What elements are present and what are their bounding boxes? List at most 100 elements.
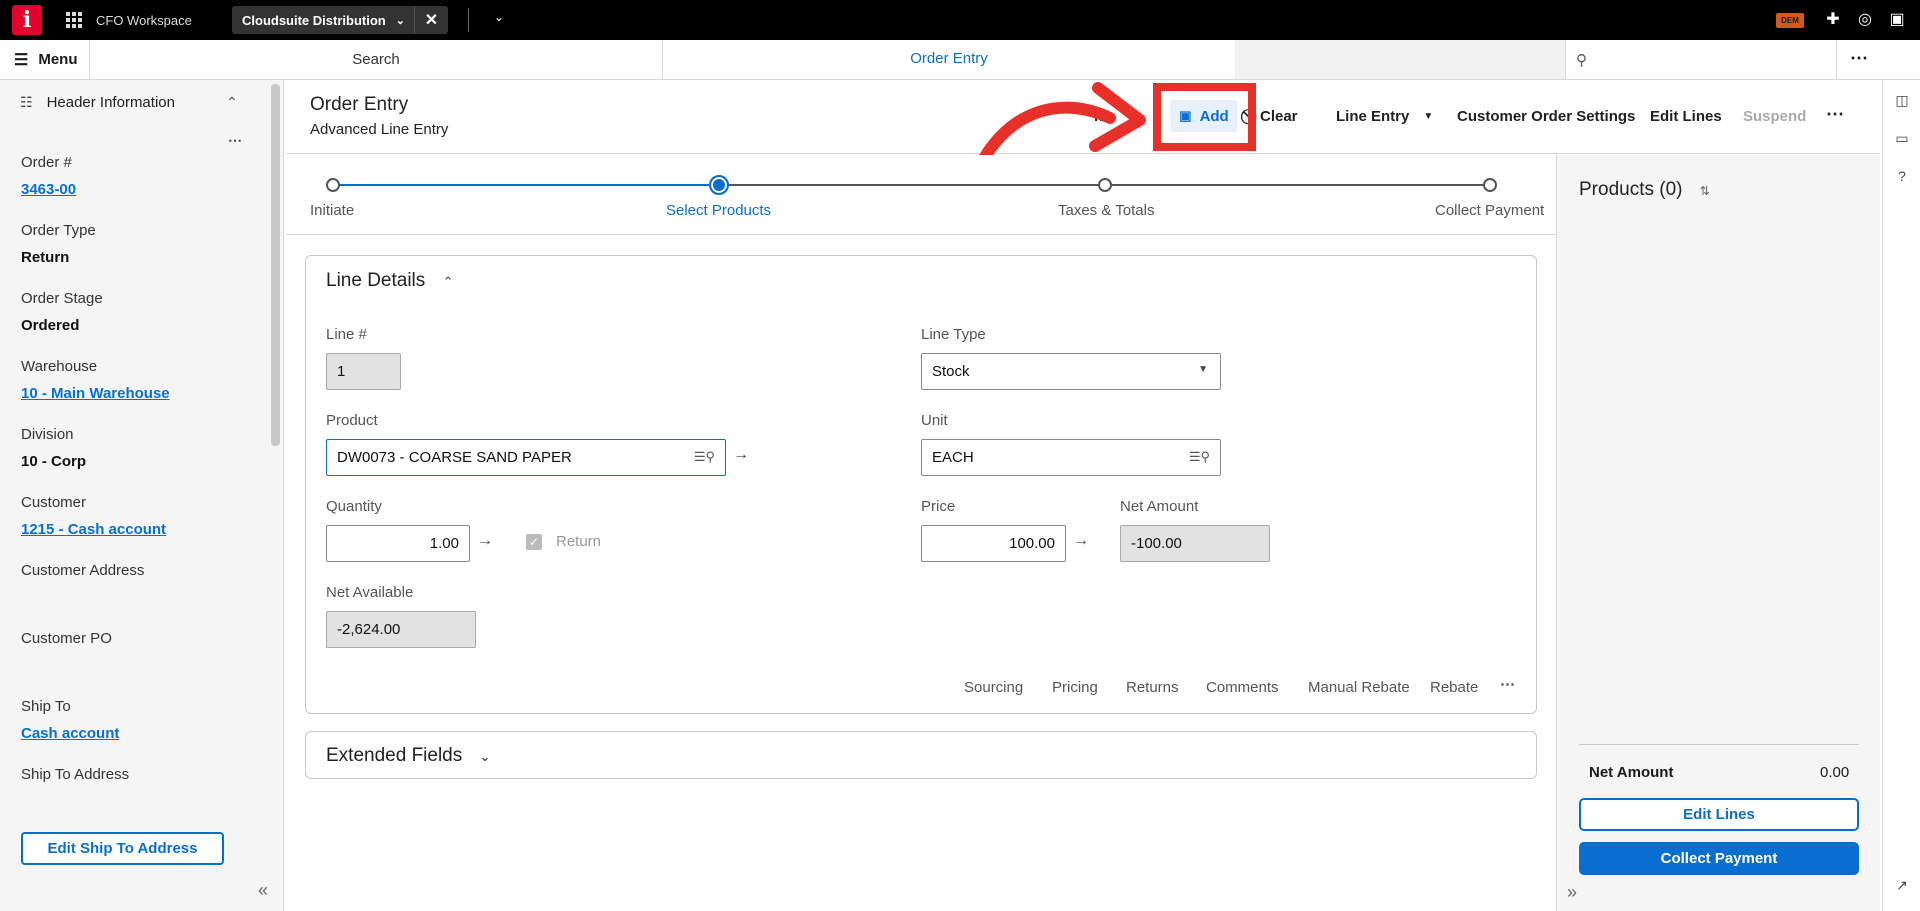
window-icon[interactable]: ▣: [1888, 10, 1906, 28]
line-entry-label: Line Entry: [1336, 108, 1410, 125]
arrow-right-icon[interactable]: →: [477, 532, 493, 550]
stepper-progress-line: [333, 184, 719, 186]
line-no-field: 1: [326, 353, 401, 390]
field-ship-to-address: Ship To Address: [21, 766, 129, 783]
step-dot-initiate[interactable]: [326, 178, 340, 192]
arrow-right-icon[interactable]: →: [1073, 532, 1089, 550]
chevron-down-icon[interactable]: ⌄: [396, 14, 405, 27]
chevron-up-icon[interactable]: ⌃: [226, 94, 238, 111]
inbox-icon[interactable]: ▭: [1894, 130, 1910, 146]
close-icon[interactable]: ✕: [414, 6, 448, 34]
returns-link[interactable]: Returns: [1126, 679, 1179, 696]
external-link-icon[interactable]: ↗: [1894, 877, 1910, 893]
tab-search[interactable]: Search: [90, 40, 663, 79]
sort-icon[interactable]: ⇅: [1700, 184, 1710, 198]
customer-link[interactable]: 1215 - Cash account: [21, 521, 166, 538]
products-header: Products (0) ⇅: [1579, 179, 1710, 201]
card-title: Extended Fields: [326, 745, 463, 766]
collapse-left-icon[interactable]: «: [258, 880, 268, 901]
lookup-icon[interactable]: ☰⚲: [1189, 449, 1210, 465]
user-icon[interactable]: ◎: [1856, 10, 1874, 28]
step-label-taxes-totals[interactable]: Taxes & Totals: [1058, 202, 1154, 219]
comments-link[interactable]: Comments: [1206, 679, 1279, 696]
net-amount-label: Net Amount: [1120, 498, 1199, 515]
unit-label: Unit: [921, 412, 948, 429]
customer-order-settings-button[interactable]: Customer Order Settings: [1457, 108, 1635, 125]
page-subtitle: Advanced Line Entry: [310, 121, 449, 138]
return-checkbox[interactable]: ✓ Return: [526, 533, 601, 550]
header-info-sidebar: ☷ Header Information ⌃ ⋯ Order # 3463-00…: [0, 80, 284, 911]
sidebar-header: ☷ Header Information: [20, 94, 175, 111]
layout-icon[interactable]: ◫: [1894, 92, 1910, 108]
product-value: DW0073 - COARSE SAND PAPER: [337, 449, 572, 466]
field-label: Order Stage: [21, 290, 103, 307]
product-label: Product: [326, 412, 378, 429]
net-available-field: -2,624.00: [326, 611, 476, 648]
step-label-collect-payment[interactable]: Collect Payment: [1435, 202, 1544, 219]
clear-button[interactable]: ⃠ Clear: [1252, 108, 1298, 125]
collect-payment-button[interactable]: Collect Payment: [1579, 842, 1859, 875]
field-label: Division: [21, 426, 74, 443]
line-entry-dropdown[interactable]: Line Entry ▼: [1336, 108, 1433, 125]
edit-lines-button[interactable]: Edit Lines: [1579, 798, 1859, 831]
edit-ship-to-address-button[interactable]: Edit Ship To Address: [21, 832, 224, 865]
line-type-select[interactable]: Stock ▼: [921, 353, 1221, 390]
more-icon[interactable]: ⋯: [1500, 675, 1515, 693]
extended-fields-card[interactable]: Extended Fields ⌄: [305, 731, 1537, 779]
warehouse-link[interactable]: 10 - Main Warehouse: [21, 385, 170, 402]
price-input[interactable]: 100.00: [921, 525, 1066, 562]
line-details-header[interactable]: Line Details ⌃: [326, 270, 453, 292]
net-amount-value: 0.00: [1820, 764, 1850, 781]
lookup-icon[interactable]: ☰⚲: [694, 449, 715, 465]
divider: [468, 8, 469, 32]
ship-to-link[interactable]: Cash account: [21, 725, 119, 742]
field-label: Warehouse: [21, 358, 98, 375]
pricing-link[interactable]: Pricing: [1052, 679, 1098, 696]
infor-logo[interactable]: i: [12, 5, 42, 35]
app-grid-icon[interactable]: [66, 12, 82, 28]
menu-button[interactable]: ☰ Menu: [0, 40, 90, 79]
step-label-initiate[interactable]: Initiate: [310, 202, 354, 219]
products-title: Products (0): [1579, 179, 1683, 200]
suspend-button[interactable]: Suspend: [1743, 108, 1806, 125]
more-icon[interactable]: ⋯: [228, 132, 242, 149]
field-ship-to: Ship To Cash account: [21, 698, 119, 742]
plus-cross-icon[interactable]: ✚: [1824, 10, 1842, 28]
card-title: Line Details: [326, 270, 426, 291]
menu-label: Menu: [38, 51, 78, 68]
net-available-label: Net Available: [326, 584, 414, 601]
rebate-link[interactable]: Rebate: [1430, 679, 1478, 696]
more-icon[interactable]: ⋯: [1850, 48, 1868, 69]
line-no-label: Line #: [326, 326, 367, 343]
arrow-right-icon[interactable]: →: [733, 446, 749, 464]
edit-lines-button[interactable]: Edit Lines: [1650, 108, 1722, 125]
sourcing-link[interactable]: Sourcing: [964, 679, 1023, 696]
manual-rebate-link[interactable]: Manual Rebate: [1308, 679, 1410, 696]
product-input[interactable]: DW0073 - COARSE SAND PAPER ☰⚲: [326, 439, 726, 476]
quantity-input[interactable]: 1.00: [326, 525, 470, 562]
app-tab[interactable]: Cloudsuite Distribution ⌄ ✕: [232, 6, 448, 34]
price-label: Price: [921, 498, 956, 515]
order-number-link[interactable]: 3463-00: [21, 181, 76, 198]
step-label-select-products[interactable]: Select Products: [666, 202, 771, 219]
step-dot-select-products[interactable]: [709, 175, 729, 195]
help-icon[interactable]: ?: [1894, 168, 1910, 184]
hamburger-icon: ☰: [14, 51, 29, 69]
global-search-input[interactable]: ⚲: [1565, 40, 1837, 79]
chevron-down-icon[interactable]: ⌄: [494, 10, 504, 24]
env-badge: DEM: [1776, 13, 1804, 28]
checkmark-icon: ✓: [526, 533, 542, 550]
field-customer-po: Customer PO: [21, 630, 112, 647]
unit-input[interactable]: EACH ☰⚲: [921, 439, 1221, 476]
field-order-type: Order Type Return: [21, 222, 96, 266]
more-icon[interactable]: ⋯: [1826, 104, 1844, 125]
field-label: Order #: [21, 154, 72, 171]
expand-right-icon[interactable]: »: [1567, 882, 1577, 903]
field-label: Order Type: [21, 222, 96, 239]
step-dot-taxes-totals[interactable]: [1098, 178, 1112, 192]
workspace-title[interactable]: CFO Workspace: [96, 13, 192, 28]
field-customer: Customer 1215 - Cash account: [21, 494, 166, 538]
step-dot-collect-payment[interactable]: [1483, 178, 1497, 192]
scrollbar[interactable]: [271, 84, 280, 446]
tab-order-entry[interactable]: Order Entry: [663, 40, 1235, 79]
